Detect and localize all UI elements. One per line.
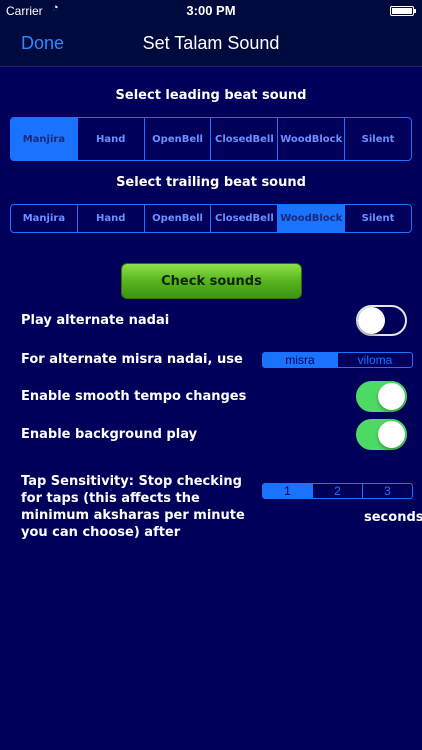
navigation-bar: Done Set Talam Sound — [0, 22, 422, 67]
tap-option-3[interactable]: 3 — [363, 484, 412, 498]
smooth-tempo-switch[interactable] — [356, 381, 407, 412]
tap-option-2[interactable]: 2 — [313, 484, 363, 498]
leading-beat-label: Select leading beat sound — [115, 88, 307, 103]
trailing-option-hand[interactable]: Hand — [78, 205, 145, 232]
check-sounds-button[interactable]: Check sounds — [121, 263, 302, 299]
misra-option-viloma[interactable]: viloma — [338, 353, 412, 367]
trailing-option-closedbell[interactable]: ClosedBell — [211, 205, 279, 232]
alternate-nadai-label: Play alternate nadai — [21, 313, 170, 328]
trailing-option-openbell[interactable]: OpenBell — [145, 205, 212, 232]
page-title: Set Talam Sound — [142, 33, 280, 53]
misra-option-misra[interactable]: misra — [263, 353, 338, 367]
leading-option-woodblock[interactable]: WoodBlock — [278, 118, 346, 160]
background-play-switch[interactable] — [356, 419, 407, 450]
leading-option-manjira[interactable]: Manjira — [11, 118, 78, 160]
leading-option-silent[interactable]: Silent — [345, 118, 411, 160]
tap-sensitivity-selector: 1 2 3 — [262, 483, 413, 499]
trailing-beat-label: Select trailing beat sound — [116, 175, 306, 190]
leading-option-hand[interactable]: Hand — [78, 118, 145, 160]
background-play-label: Enable background play — [21, 427, 198, 442]
tap-option-1[interactable]: 1 — [263, 484, 313, 498]
alternate-nadai-switch[interactable] — [356, 305, 407, 336]
status-bar: Carrier ◔ 3:00 PM — [0, 0, 422, 22]
trailing-beat-selector: Manjira Hand OpenBell ClosedBell WoodBlo… — [10, 204, 412, 233]
switch-knob — [358, 307, 385, 334]
leading-option-openbell[interactable]: OpenBell — [145, 118, 212, 160]
seconds-unit-label: seconds — [364, 510, 422, 525]
leading-option-closedbell[interactable]: ClosedBell — [211, 118, 279, 160]
leading-beat-selector: Manjira Hand OpenBell ClosedBell WoodBlo… — [10, 117, 412, 161]
trailing-option-manjira[interactable]: Manjira — [11, 205, 78, 232]
smooth-tempo-label: Enable smooth tempo changes — [21, 389, 247, 404]
switch-knob — [378, 421, 405, 448]
status-time: 3:00 PM — [186, 3, 236, 18]
misra-selector: misra viloma — [262, 352, 413, 368]
trailing-option-silent[interactable]: Silent — [345, 205, 411, 232]
switch-knob — [378, 383, 405, 410]
battery-icon — [390, 6, 416, 16]
trailing-option-woodblock[interactable]: WoodBlock — [278, 205, 346, 232]
tap-sensitivity-label: Tap Sensitivity: Stop checking for taps … — [21, 474, 245, 540]
misra-nadai-label: For alternate misra nadai, use — [21, 352, 243, 367]
